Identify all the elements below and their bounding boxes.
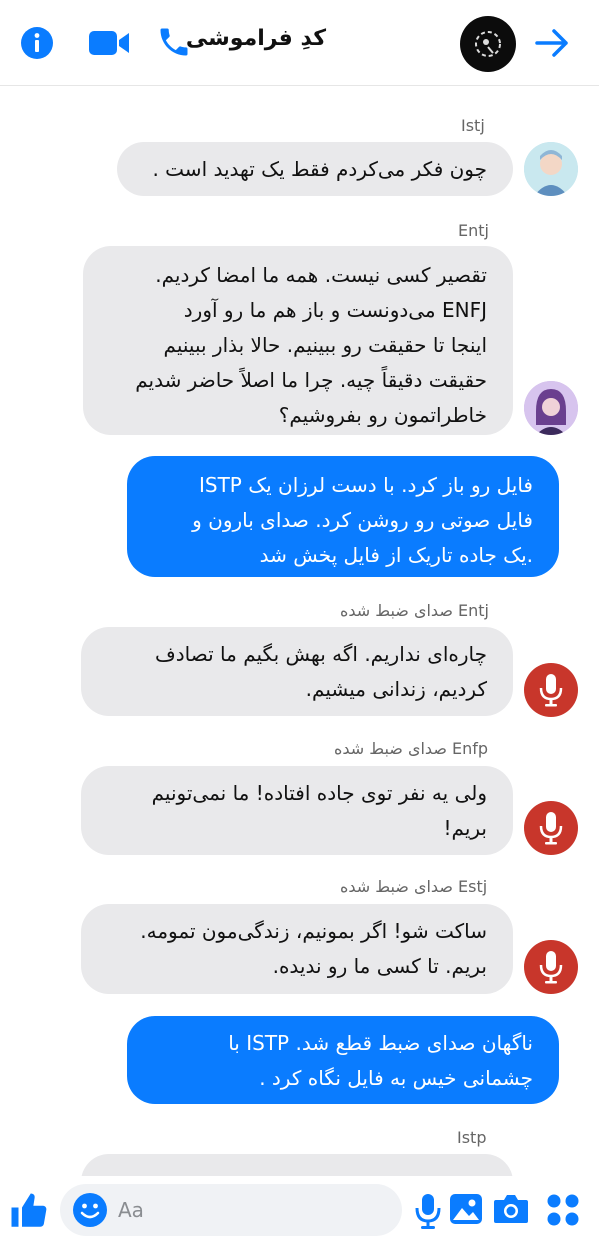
sender-name: صدای ضبط شده Estj [340, 877, 488, 896]
message-bubble-outgoing[interactable]: ناگهان صدای ضبط قطع شد. ISTP با چشمانی خ… [127, 1016, 559, 1104]
like-icon[interactable] [8, 1190, 50, 1232]
sender-name: Istp [457, 1128, 487, 1147]
microphone-icon[interactable] [414, 1192, 442, 1230]
sender-name: صدای ضبط شده Entj [340, 601, 489, 620]
message-composer: Aa [0, 1176, 599, 1252]
conversation-title[interactable]: کدِ فراموشی [186, 26, 326, 51]
group-avatar[interactable] [460, 16, 516, 72]
message-list[interactable]: Istj چون فکر می‌کردم فقط یک تهدید است . … [0, 86, 599, 1176]
info-icon[interactable] [20, 26, 54, 60]
message-bubble-partial[interactable] [81, 1154, 513, 1176]
gallery-icon[interactable] [448, 1192, 484, 1226]
back-arrow-icon[interactable] [534, 26, 570, 60]
message-bubble[interactable]: چاره‌ای نداریم. اگه بهش بگیم ما تصادف کر… [81, 627, 513, 716]
voice-recording-avatar[interactable] [524, 801, 578, 855]
message-bubble[interactable]: ساکت شو! اگر بمونیم، زندگی‌مون تمومه. بر… [81, 904, 513, 994]
voice-recording-avatar[interactable] [524, 663, 578, 717]
video-call-icon[interactable] [88, 28, 130, 58]
voice-recording-avatar[interactable] [524, 940, 578, 994]
sender-name: Entj [458, 221, 489, 240]
sender-name: Istj [461, 116, 485, 135]
camera-icon[interactable] [492, 1193, 530, 1225]
menu-grid-icon[interactable] [545, 1192, 581, 1228]
chat-header: کدِ فراموشی [0, 0, 599, 86]
message-bubble[interactable]: ولی یه نفر توی جاده افتاده! ما نمی‌تونیم… [81, 766, 513, 855]
avatar-entj[interactable] [524, 381, 578, 435]
sender-name: صدای ضبط شده Enfp [334, 739, 489, 758]
emoji-icon[interactable] [72, 1192, 108, 1228]
message-bubble-outgoing[interactable]: فایل رو باز کرد. با دست لرزان یک ISTP فا… [127, 456, 559, 577]
message-bubble[interactable]: چون فکر می‌کردم فقط یک تهدید است . [117, 142, 513, 196]
avatar-istj[interactable] [524, 142, 578, 196]
message-input-placeholder: Aa [118, 1198, 144, 1222]
message-input[interactable]: Aa [60, 1184, 402, 1236]
message-bubble[interactable]: تقصیر کسی نیست. همه ما امضا کردیم. ENFJ … [83, 246, 513, 435]
